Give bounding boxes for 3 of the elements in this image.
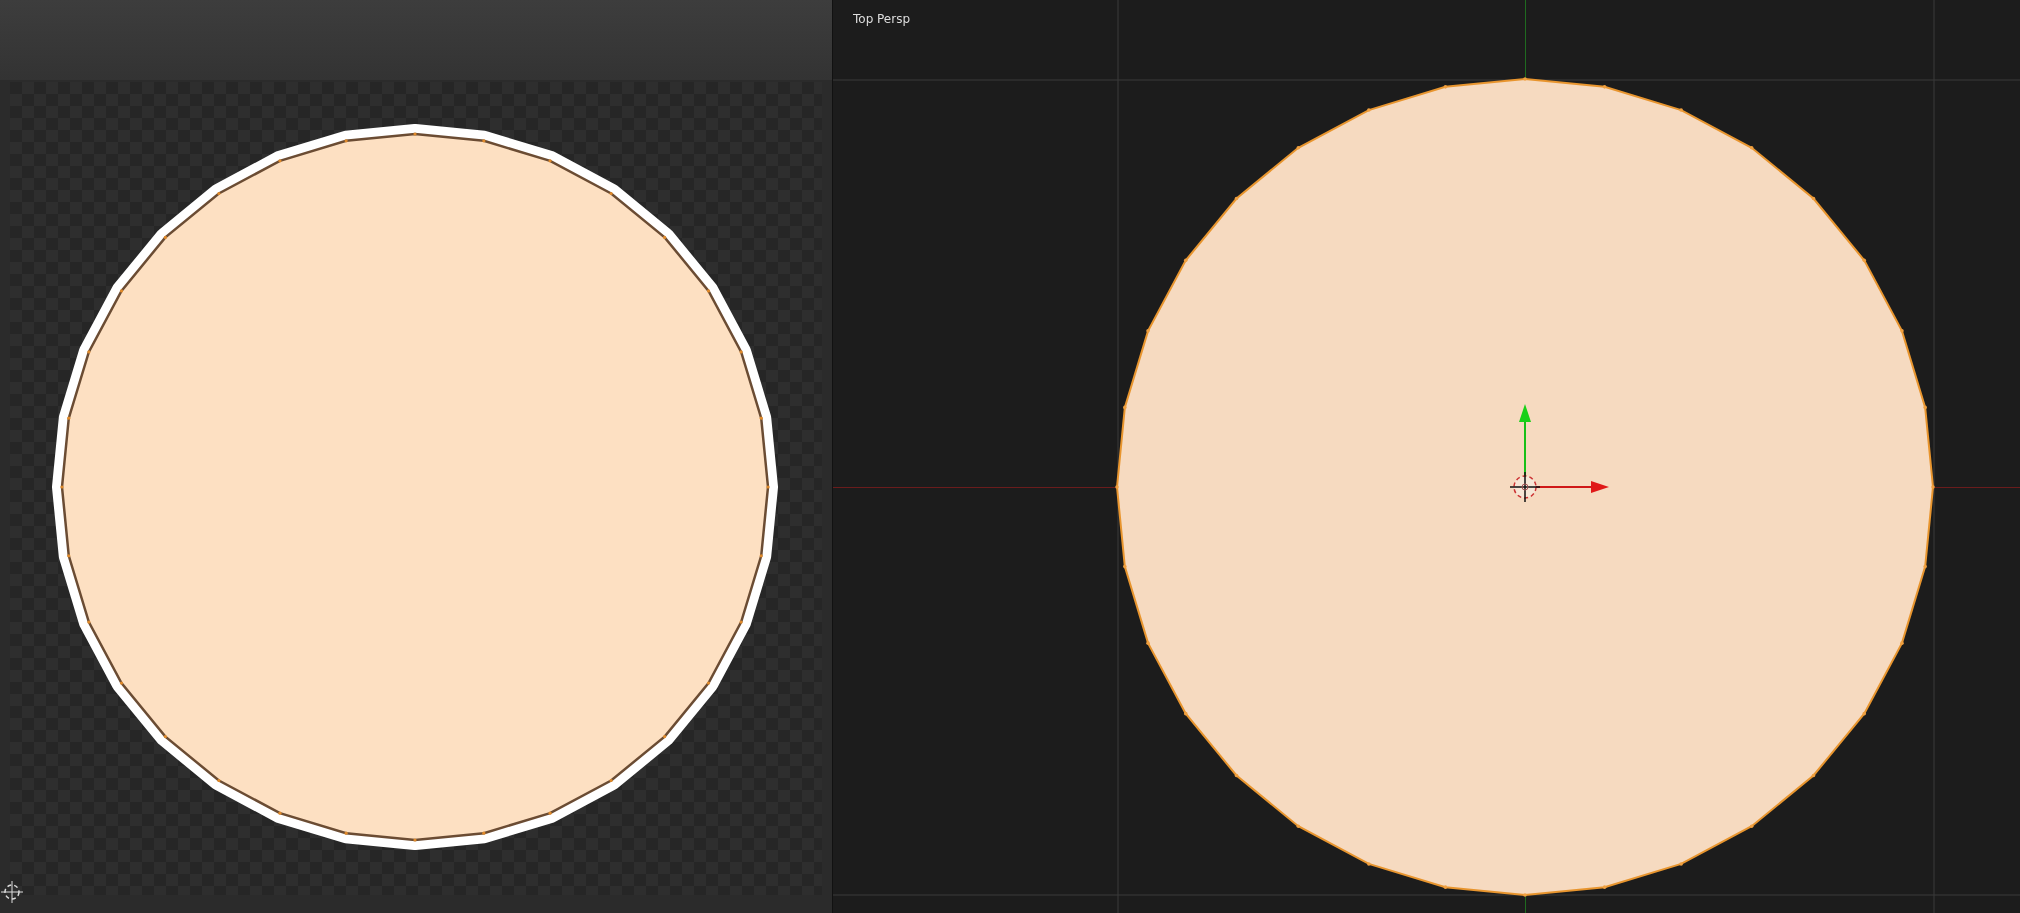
3d-cursor-icon [1509, 471, 1541, 503]
view-label: Top Persp [853, 12, 911, 26]
cursor-icon [0, 880, 24, 904]
